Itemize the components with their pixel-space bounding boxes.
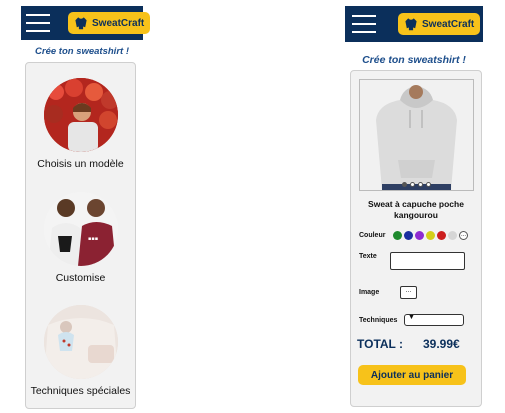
total-label: TOTAL : [357,337,403,351]
right-screen: SweatCraft Crée ton sweatshirt ! Sweat à… [340,0,505,413]
svg-text:▪▪▪: ▪▪▪ [88,236,98,242]
left-screen: SweatCraft Crée ton sweatshirt ! Choisis… [0,0,160,413]
step-label: Techniques spéciales [30,385,131,397]
page-title: Crée ton sweatshirt ! [35,46,129,57]
color-swatch-red[interactable] [437,231,446,240]
steps-panel: Choisis un modèle ▪▪▪ Customise Techniqu… [25,62,136,409]
color-swatch-green[interactable] [393,231,402,240]
step-customise[interactable]: ▪▪▪ Customise [26,178,135,293]
top-bar: SweatCraft [345,6,483,42]
techniques-select[interactable]: ▼ [404,314,464,326]
page-title: Crée ton sweatshirt ! [362,54,466,66]
step-label: Customise [55,272,106,284]
carousel-dots[interactable] [402,182,431,187]
carousel-dot[interactable] [418,182,423,187]
color-swatch-purple[interactable] [415,231,424,240]
step-label: Choisis un modèle [37,158,124,170]
custom-photo: ▪▪▪ [44,192,118,266]
step-choose-model[interactable]: Choisis un modèle [26,63,135,178]
image-label: Image [359,289,380,296]
color-label: Couleur [359,232,386,239]
text-input[interactable] [390,252,465,270]
menu-icon[interactable] [26,14,50,32]
sweatshirt-icon [405,18,417,31]
add-to-cart-button[interactable]: Ajouter au panier [358,365,466,385]
sweatshirt-icon [75,17,87,30]
color-swatch-yellow[interactable] [426,231,435,240]
color-swatch-grey[interactable] [448,231,457,240]
product-name: Sweat à capuche poche kangourou [368,199,464,220]
logo-text: SweatCraft [92,17,145,29]
total-value: 39.99€ [423,337,460,351]
image-upload-button[interactable]: ... [400,286,417,299]
step-techniques[interactable]: Techniques spéciales [26,293,135,408]
text-label: Texte [359,253,377,260]
product-panel: Sweat à capuche poche kangourou Couleur … [350,70,482,407]
logo-button[interactable]: SweatCraft [68,12,151,34]
chevron-down-icon: ▼ [408,314,415,321]
top-bar: SweatCraft [21,6,151,40]
techniques-label: Techniques [359,317,398,324]
technique-photo [44,305,118,379]
color-swatch-blue[interactable] [404,231,413,240]
more-colors-button[interactable]: ... [459,231,468,240]
menu-icon[interactable] [352,15,376,33]
model-photo [44,78,118,152]
carousel-dot[interactable] [410,182,415,187]
product-image[interactable] [359,79,474,191]
logo-button[interactable]: SweatCraft [398,13,481,35]
carousel-dot[interactable] [402,182,407,187]
logo-text: SweatCraft [422,18,475,30]
carousel-dot[interactable] [426,182,431,187]
